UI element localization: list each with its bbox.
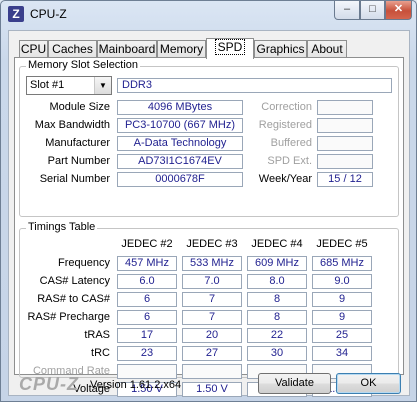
cpuz-app-icon: Z	[8, 6, 24, 22]
memory-type-field: DDR3	[117, 78, 392, 93]
buffered-value	[317, 136, 373, 151]
timings-column-header: JEDEC #4	[251, 238, 303, 250]
spd-ext-label: SPD Ext.	[267, 155, 312, 167]
timing-cell: 8	[247, 310, 307, 325]
timing-cell: 7	[182, 292, 242, 307]
buffered-label: Buffered	[270, 137, 312, 149]
validate-button[interactable]: Validate	[258, 373, 331, 394]
cpuz-window: Z CPU-Z – □ ✕ CPU Caches Mainboard Memor…	[0, 0, 417, 402]
timings-column-header: JEDEC #2	[121, 238, 173, 250]
part-number-label: Part Number	[47, 155, 110, 167]
ok-button[interactable]: OK	[336, 373, 401, 394]
timing-cell: 20	[182, 328, 242, 343]
memory-slot-group: Memory Slot Selection Slot #1 ▼ DDR3 Mod…	[19, 59, 399, 217]
timing-cell: 9.0	[312, 274, 372, 289]
timing-row-label: Frequency	[58, 257, 110, 269]
module-size-value: 4096 MBytes	[117, 100, 243, 115]
correction-label: Correction	[261, 101, 312, 113]
timing-cell: 22	[247, 328, 307, 343]
close-button[interactable]: ✕	[385, 1, 412, 20]
tab-mainboard[interactable]: Mainboard	[97, 40, 157, 58]
timing-row-label: CAS# Latency	[39, 275, 110, 287]
timing-cell: 685 MHz	[312, 256, 372, 271]
registered-value	[317, 118, 373, 133]
module-size-label: Module Size	[49, 101, 110, 113]
timing-cell: 17	[117, 328, 177, 343]
timing-cell: 8	[247, 292, 307, 307]
timing-cell: 609 MHz	[247, 256, 307, 271]
max-bandwidth-label: Max Bandwidth	[34, 119, 110, 131]
timing-cell: 7	[182, 310, 242, 325]
timings-column-header: JEDEC #5	[316, 238, 368, 250]
timing-row-label: tRAS	[84, 329, 110, 341]
slot-select[interactable]: Slot #1 ▼	[26, 76, 112, 95]
part-number-value: AD73I1C1674EV	[117, 154, 243, 169]
timing-cell: 34	[312, 346, 372, 361]
timing-cell: 7.0	[182, 274, 242, 289]
window-title: CPU-Z	[30, 7, 67, 21]
manufacturer-value: A-Data Technology	[117, 136, 243, 151]
chevron-down-icon[interactable]: ▼	[94, 77, 111, 94]
maximize-button[interactable]: □	[360, 1, 385, 20]
title-bar[interactable]: Z CPU-Z – □ ✕	[1, 1, 416, 29]
timing-cell: 457 MHz	[117, 256, 177, 271]
spd-ext-value	[317, 154, 373, 169]
serial-number-value: 0000678F	[117, 172, 243, 187]
timing-cell: 23	[117, 346, 177, 361]
spd-page: Memory Slot Selection Slot #1 ▼ DDR3 Mod…	[14, 57, 404, 397]
week-year-label: Week/Year	[258, 173, 312, 185]
tab-spd[interactable]: SPD	[206, 38, 254, 59]
timing-cell: 8.0	[247, 274, 307, 289]
timing-row-label: RAS# Precharge	[27, 311, 110, 323]
tab-caches[interactable]: Caches	[48, 40, 97, 58]
manufacturer-label: Manufacturer	[45, 137, 110, 149]
timing-cell: 533 MHz	[182, 256, 242, 271]
timing-cell: 25	[312, 328, 372, 343]
serial-number-label: Serial Number	[39, 173, 110, 185]
tab-memory[interactable]: Memory	[157, 40, 206, 58]
tab-about[interactable]: About	[307, 40, 347, 58]
timing-cell: 6.0	[117, 274, 177, 289]
timings-group: Timings Table JEDEC #2 JEDEC #3 JEDEC #4…	[19, 221, 399, 397]
timing-cell	[117, 364, 177, 379]
timing-cell: 9	[312, 292, 372, 307]
timing-cell: 6	[117, 310, 177, 325]
max-bandwidth-value: PC3-10700 (667 MHz)	[117, 118, 243, 133]
timing-cell: 6	[117, 292, 177, 307]
slot-select-value: Slot #1	[30, 79, 65, 91]
timing-cell: 1.50 V	[182, 382, 242, 397]
timing-row-label: tRC	[91, 347, 110, 359]
timing-row-label: RAS# to CAS#	[37, 293, 110, 305]
memory-slot-group-title: Memory Slot Selection	[26, 59, 141, 71]
timings-group-title: Timings Table	[26, 221, 98, 233]
version-label: Version 1.61.2.x64	[90, 379, 182, 391]
week-year-value: 15 / 12	[317, 172, 373, 187]
cpuz-logo: CPU-Z	[19, 374, 79, 394]
timing-cell: 30	[247, 346, 307, 361]
correction-value	[317, 100, 373, 115]
timing-cell: 27	[182, 346, 242, 361]
registered-label: Registered	[258, 119, 312, 131]
client-area: CPU Caches Mainboard Memory SPD Graphics…	[8, 30, 410, 397]
timing-cell	[182, 364, 242, 379]
minimize-button[interactable]: –	[334, 1, 360, 20]
tab-graphics[interactable]: Graphics	[254, 40, 307, 58]
timings-column-header: JEDEC #3	[186, 238, 238, 250]
timing-cell: 9	[312, 310, 372, 325]
tab-cpu[interactable]: CPU	[19, 40, 48, 58]
